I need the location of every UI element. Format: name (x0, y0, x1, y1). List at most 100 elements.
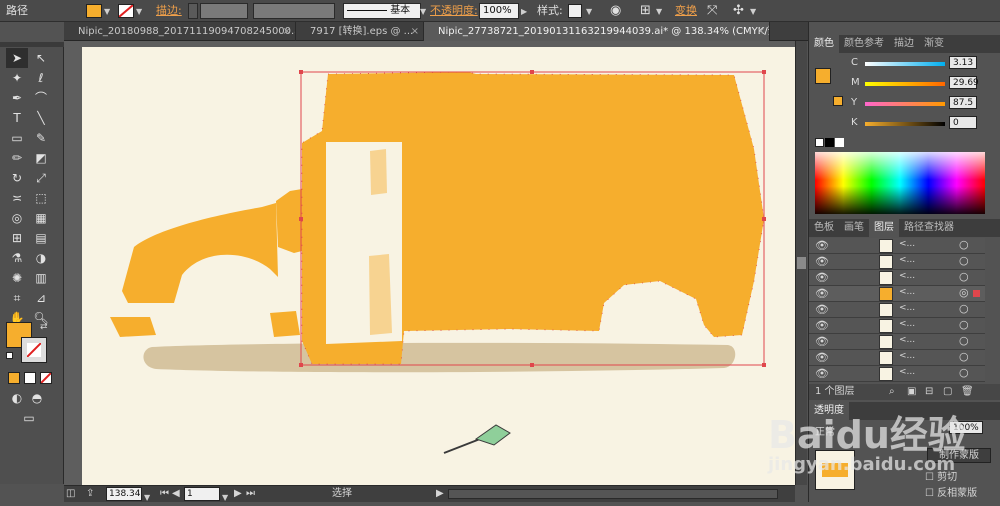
style-swatch[interactable] (568, 4, 582, 18)
target-icon[interactable]: ○ (959, 366, 969, 379)
channel-k-value[interactable]: 0 (949, 116, 977, 129)
width-tool-icon[interactable]: ≍ (6, 188, 28, 208)
tab-doc-2[interactable]: 7917 [转换].eps @ ... × (296, 22, 424, 41)
page-field[interactable]: 1 (184, 487, 220, 501)
tab-doc-3[interactable]: Nipic_27738721_20190131163219944039.ai* … (424, 22, 770, 41)
layer-row[interactable]: 👁︎ <... ○ (809, 302, 985, 318)
chevron-down-icon[interactable]: ▼ (222, 490, 228, 506)
layer-row-selected[interactable]: 👁︎ <... ◎ (809, 286, 985, 302)
line-tool-icon[interactable]: ╲ (30, 108, 52, 128)
curvature-icon[interactable]: ⌒ (30, 88, 52, 108)
symbol-sprayer-icon[interactable]: ✺ (6, 268, 28, 288)
rotate-tool-icon[interactable]: ↻ (6, 168, 28, 188)
tab-layers[interactable]: 图层 (869, 219, 899, 237)
target-icon[interactable]: ○ (959, 350, 969, 363)
lasso-icon[interactable]: ℓ (30, 68, 52, 88)
eye-icon[interactable]: 👁︎ (815, 351, 829, 364)
panel-fill-swatch[interactable] (815, 68, 831, 84)
eyedropper-icon[interactable]: ⚗ (6, 248, 28, 268)
last-page-icon[interactable]: ⏭ (246, 486, 255, 502)
tab-pathfinder[interactable]: 路径查找器 (899, 219, 959, 237)
tab-gradient[interactable]: 渐变 (919, 35, 949, 53)
recolor-icon[interactable]: ◉ (610, 0, 621, 22)
target-icon[interactable]: ◎ (959, 286, 969, 299)
first-page-icon[interactable]: ⏮ (160, 486, 169, 502)
channel-m-slider[interactable] (865, 82, 945, 86)
zoom-field[interactable]: 138.34 (106, 487, 142, 501)
artboard-tool-icon[interactable]: ⌗ (6, 288, 28, 308)
paintbrush-icon[interactable]: ✎ (30, 128, 52, 148)
layer-row[interactable]: 👁︎ <... ○ (809, 270, 985, 286)
tools-grip[interactable] (0, 42, 64, 47)
isolate-icon[interactable]: ⤧ (707, 0, 717, 22)
stroke-color-box[interactable] (21, 337, 47, 363)
target-icon[interactable]: ○ (959, 334, 969, 347)
opacity-label[interactable]: 不透明度: (430, 0, 478, 22)
tab-color[interactable]: 颜色 (809, 35, 839, 53)
tab-swatches[interactable]: 色板 (809, 219, 839, 237)
horizontal-scrollbar[interactable] (448, 489, 778, 499)
stroke-label[interactable]: 描边: (156, 0, 182, 22)
tab-brushes[interactable]: 画笔 (839, 219, 869, 237)
artboard-nav-icon[interactable]: ◫ (66, 486, 75, 502)
eye-icon[interactable]: 👁︎ (815, 255, 829, 268)
channel-y-value[interactable]: 87.5 (949, 96, 977, 109)
stroke-weight-field[interactable] (200, 3, 248, 19)
channel-c-value[interactable]: 3.13 (949, 56, 977, 69)
locate-object-icon[interactable]: ⌕ (889, 384, 895, 400)
gradient-mode-button[interactable] (24, 372, 36, 384)
draw-behind-icon[interactable]: ◓ (26, 388, 48, 408)
tab-doc-1[interactable]: Nipic_20180988_20171119094708245000.ai* … (64, 22, 296, 41)
color-spectrum[interactable] (815, 152, 985, 214)
align-icon[interactable]: ⊞ (640, 0, 651, 22)
none-mode-button[interactable] (40, 372, 52, 384)
perspective-grid-icon[interactable]: ▦ (30, 208, 52, 228)
transform-label[interactable]: 变换 (675, 0, 697, 22)
new-layer-icon[interactable]: ▢ (943, 384, 952, 400)
layer-row[interactable]: 👁︎ <... ○ (809, 334, 985, 350)
chevron-down-icon[interactable]: ▼ (586, 7, 592, 16)
graph-tool-icon[interactable]: ▥ (30, 268, 52, 288)
layer-row[interactable]: 👁︎ <... ○ (809, 254, 985, 270)
eye-icon[interactable]: 👁︎ (815, 367, 829, 380)
pen-tool-icon[interactable]: ✒ (6, 88, 28, 108)
selection-tool-icon[interactable]: ➤ (6, 48, 28, 68)
draw-mode-icon[interactable]: ◐ (6, 388, 28, 408)
chevron-down-icon[interactable]: ▼ (656, 7, 662, 16)
artwork[interactable] (64, 41, 795, 485)
chevron-down-icon[interactable]: ▼ (420, 7, 426, 16)
free-transform-icon[interactable]: ⬚ (30, 188, 52, 208)
target-icon[interactable]: ○ (959, 238, 969, 251)
close-icon[interactable]: × (411, 22, 419, 41)
close-icon[interactable]: × (283, 22, 291, 41)
layer-row[interactable]: 👁︎ <... ○ (809, 350, 985, 366)
next-page-icon[interactable]: ▶ (234, 486, 242, 502)
swap-colors-icon[interactable]: ⇄ (40, 322, 48, 332)
pencil-tool-icon[interactable]: ✏ (6, 148, 28, 168)
target-icon[interactable]: ○ (959, 318, 969, 331)
variable-width-field[interactable] (253, 3, 335, 19)
layer-row[interactable]: 👁︎ <... ○ (809, 366, 985, 382)
black-swatch[interactable] (825, 138, 834, 147)
target-icon[interactable]: ○ (959, 254, 969, 267)
export-icon[interactable]: ⇪ (86, 486, 94, 502)
channel-k-slider[interactable] (865, 122, 945, 126)
eye-icon[interactable]: 👁︎ (815, 239, 829, 252)
invert-mask-checkbox[interactable]: ☐ 反相蒙版 (925, 484, 977, 499)
chevron-down-icon[interactable]: ▼ (750, 7, 756, 16)
brush-definition[interactable]: 基本 (343, 3, 421, 19)
status-menu-icon[interactable]: ▶ (436, 486, 444, 502)
chevron-down-icon[interactable]: ▼ (136, 7, 142, 16)
blend-tool-icon[interactable]: ◑ (30, 248, 52, 268)
target-icon[interactable]: ○ (959, 270, 969, 283)
close-icon[interactable]: × (757, 22, 765, 41)
chevron-right-icon[interactable]: ▶ (521, 7, 527, 16)
arrange-icon[interactable]: ✣ (733, 0, 744, 22)
white-swatch[interactable] (835, 138, 844, 147)
tab-color-guide[interactable]: 颜色参考 (839, 35, 889, 53)
gradient-tool-icon[interactable]: ▤ (30, 228, 52, 248)
slice-tool-icon[interactable]: ⊿ (30, 288, 52, 308)
chevron-down-icon[interactable]: ▼ (144, 490, 150, 506)
target-icon[interactable]: ○ (959, 302, 969, 315)
eraser-icon[interactable]: ◩ (30, 148, 52, 168)
